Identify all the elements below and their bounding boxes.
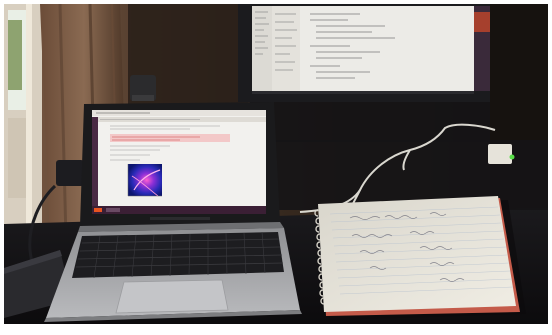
external-monitor xyxy=(238,4,490,142)
plot-thumbnail xyxy=(127,164,162,197)
laptop-screen xyxy=(92,110,266,214)
desk-photo xyxy=(0,0,552,335)
spiral-notebook xyxy=(314,196,526,320)
speaker xyxy=(130,75,156,101)
window xyxy=(4,4,42,234)
photo-scene xyxy=(0,0,552,335)
power-adapter xyxy=(488,144,515,164)
charger-brick xyxy=(56,160,84,186)
